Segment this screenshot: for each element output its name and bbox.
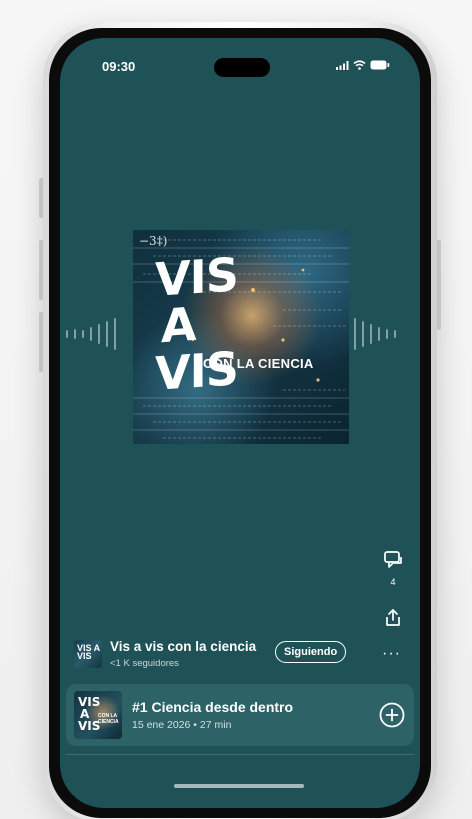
cover-formula: −3‡) — [139, 234, 168, 248]
comments-count: 4 — [390, 577, 396, 587]
show-info-row: VIS A VIS Vis a vis con la ciencia <1 K … — [74, 638, 374, 672]
battery-icon — [370, 60, 390, 70]
episode-meta: 15 ene 2026 • 27 min — [132, 719, 232, 731]
episode-title: #1 Ciencia desde dentro — [132, 699, 294, 715]
show-title[interactable]: Vis a vis con la ciencia — [110, 639, 256, 654]
bottom-divider — [66, 754, 414, 755]
status-time: 09:30 — [102, 59, 136, 74]
episode-card[interactable]: VIS A VIS CON LA CIENCIA #1 Ciencia desd… — [66, 684, 414, 746]
waveform-right — [354, 316, 396, 352]
following-button[interactable]: Siguiendo — [275, 641, 347, 663]
cellular-signal-icon — [336, 60, 349, 70]
status-icons — [336, 60, 390, 70]
show-followers: <1 K seguidores — [110, 658, 179, 669]
waveform-left — [66, 316, 116, 352]
home-indicator[interactable] — [174, 784, 304, 788]
status-bar: 09:30 — [60, 38, 420, 88]
cover-title-vis-2: VIS — [155, 341, 238, 401]
phone-screen: 09:30 −3‡) VIS A VIS CON LA CIENCIA 4 ··… — [60, 38, 420, 808]
podcast-cover-art[interactable]: −3‡) VIS A VIS CON LA CIENCIA — [133, 230, 349, 444]
episode-thumbnail: VIS A VIS CON LA CIENCIA — [74, 691, 122, 739]
more-options-button[interactable]: ··· — [382, 646, 401, 662]
share-icon — [386, 609, 400, 626]
episode-thumb-subtitle: CON LA CIENCIA — [98, 713, 119, 725]
cover-title-a: A — [161, 296, 197, 354]
comments-button[interactable]: 4 — [382, 550, 404, 587]
dynamic-island — [214, 58, 270, 77]
show-thumbnail-text: VIS A VIS — [77, 643, 100, 661]
cover-subtitle: CON LA CIENCIA — [203, 356, 314, 371]
cover-title-vis-1: VIS — [155, 247, 238, 307]
share-button[interactable] — [383, 608, 403, 633]
wifi-icon — [353, 60, 366, 70]
show-thumbnail[interactable]: VIS A VIS — [74, 640, 102, 668]
comment-icon — [384, 551, 402, 568]
add-circle-icon[interactable] — [379, 702, 405, 728]
